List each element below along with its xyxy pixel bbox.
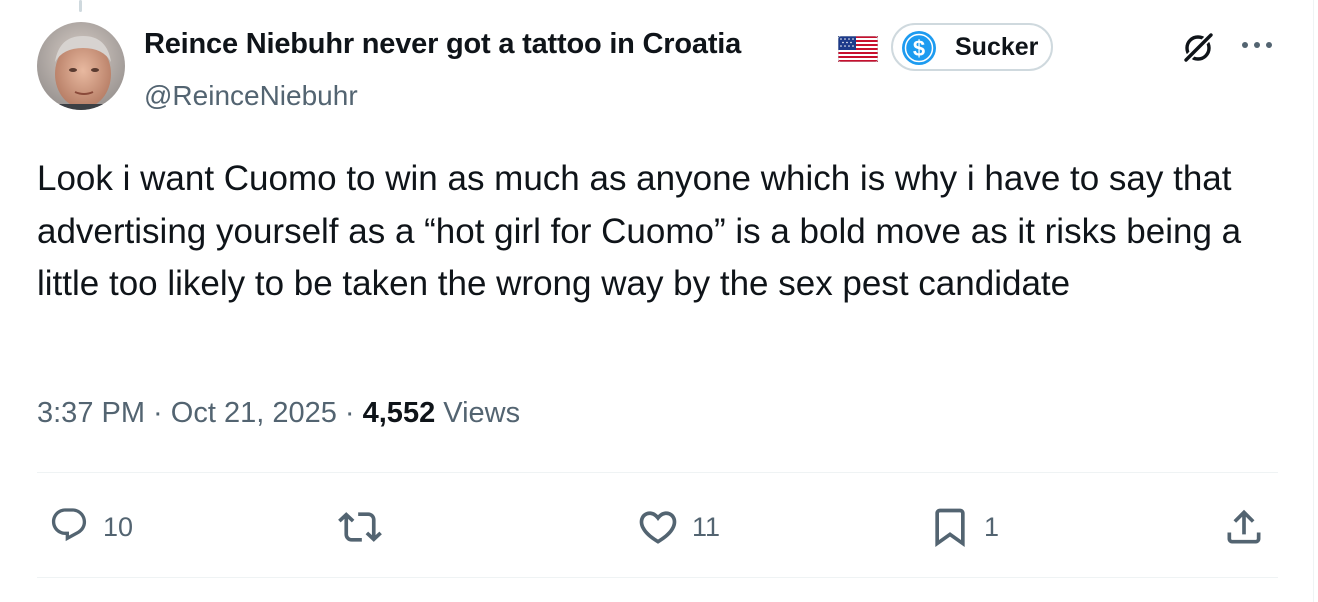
badge-label: Sucker bbox=[955, 33, 1039, 61]
divider bbox=[37, 577, 1278, 578]
more-options-icon[interactable] bbox=[1238, 30, 1276, 60]
column-border bbox=[1313, 0, 1314, 602]
svg-text:$: $ bbox=[913, 36, 925, 61]
reply-button[interactable]: 10 bbox=[49, 505, 149, 549]
reply-count: 10 bbox=[103, 512, 134, 542]
bookmark-icon bbox=[935, 508, 965, 548]
meta-separator: · bbox=[145, 397, 171, 429]
bookmark-button[interactable]: 1 bbox=[928, 505, 1008, 549]
thread-connector-line bbox=[79, 0, 82, 12]
author-handle[interactable]: @ReinceNiebuhr bbox=[144, 80, 358, 112]
grok-icon[interactable] bbox=[1180, 30, 1216, 66]
meta-separator: · bbox=[336, 397, 363, 429]
tweet-date[interactable]: Oct 21, 2025 bbox=[171, 397, 337, 429]
affiliate-badge[interactable]: $ Sucker bbox=[891, 23, 1053, 71]
heart-icon bbox=[639, 511, 677, 544]
views-label: Views bbox=[435, 397, 521, 429]
divider bbox=[37, 472, 1278, 473]
bookmark-count: 1 bbox=[984, 512, 1000, 542]
avatar-photo bbox=[37, 22, 125, 110]
tweet-text: Look i want Cuomo to win as much as anyo… bbox=[37, 159, 1242, 303]
views-count[interactable]: 4,552 bbox=[363, 397, 436, 429]
tweet-time[interactable]: 3:37 PM bbox=[37, 397, 145, 429]
share-button[interactable] bbox=[1222, 505, 1266, 549]
like-count: 11 bbox=[692, 512, 721, 542]
reply-icon bbox=[51, 508, 87, 542]
tweet-meta: 3:37 PM · Oct 21, 2025 · 4,552 Views bbox=[37, 397, 520, 430]
dollar-coin-icon: $ bbox=[902, 31, 936, 65]
share-icon bbox=[1227, 509, 1261, 544]
repost-icon bbox=[338, 512, 382, 542]
us-flag-icon bbox=[838, 36, 878, 62]
avatar[interactable] bbox=[37, 22, 125, 110]
like-button[interactable]: 11 bbox=[636, 505, 736, 549]
repost-button[interactable] bbox=[338, 505, 398, 549]
author-display-name[interactable]: Reince Niebuhr never got a tattoo in Cro… bbox=[144, 28, 741, 61]
